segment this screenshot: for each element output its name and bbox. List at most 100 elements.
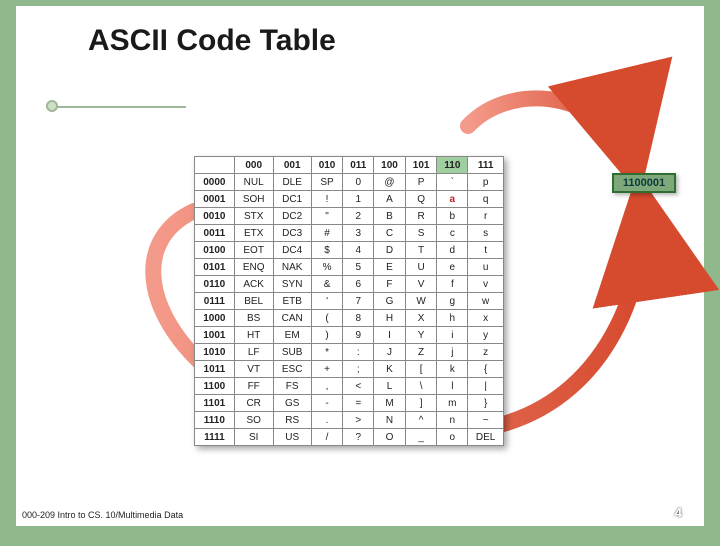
table-row: 0101ENQNAK%5EUeu [195,259,504,276]
table-cell: / [311,429,343,446]
table-row: 0110ACKSYN&6FVfv [195,276,504,293]
table-cell: ) [311,327,343,344]
table-cell: ` [437,174,468,191]
table-cell: g [437,293,468,310]
table-cell: V [405,276,437,293]
table-cell: 3 [343,225,374,242]
table-cell: DEL [468,429,504,446]
table-cell: DLE [273,174,311,191]
table-cell: k [437,361,468,378]
table-cell: F [374,276,406,293]
table-cell: EOT [234,242,273,259]
row-header: 1010 [195,344,235,361]
table-cell: E [374,259,406,276]
table-cell: " [311,208,343,225]
table-cell: : [343,344,374,361]
col-header: 111 [468,157,504,174]
table-cell: # [311,225,343,242]
row-header: 0000 [195,174,235,191]
table-cell: x [468,310,504,327]
table-row: 1001HTEM)9IYiy [195,327,504,344]
table-cell: FF [234,378,273,395]
table-cell: NUL [234,174,273,191]
table-cell: 6 [343,276,374,293]
table-cell: i [437,327,468,344]
table-cell: 1 [343,191,374,208]
table-cell: ; [343,361,374,378]
row-header: 0111 [195,293,235,310]
table-cell: U [405,259,437,276]
table-cell: X [405,310,437,327]
table-row: 0111BELETB'7GWgw [195,293,504,310]
table-cell: O [374,429,406,446]
table-cell: 4 [343,242,374,259]
col-header: 000 [234,157,273,174]
table-cell: } [468,395,504,412]
table-cell: D [374,242,406,259]
table-cell: u [468,259,504,276]
col-header-row: 000001010011100101110111 [195,157,504,174]
table-cell: . [311,412,343,429]
table-cell: m [437,395,468,412]
table-cell: a [437,191,468,208]
table-cell: o [437,429,468,446]
table-cell: NAK [273,259,311,276]
table-cell: N [374,412,406,429]
table-cell: % [311,259,343,276]
table-cell: q [468,191,504,208]
table-cell: SYN [273,276,311,293]
table-cell: w [468,293,504,310]
table-cell: BEL [234,293,273,310]
table-cell: Q [405,191,437,208]
table-cell: ( [311,310,343,327]
table-cell: RS [273,412,311,429]
table-row: 1000BSCAN(8HXhx [195,310,504,327]
table-cell: f [437,276,468,293]
table-cell: _ [405,429,437,446]
table-row: 0000NULDLESP0@P`p [195,174,504,191]
table-cell: DC2 [273,208,311,225]
table-cell: r [468,208,504,225]
table-cell: > [343,412,374,429]
table-cell: SO [234,412,273,429]
table-cell: , [311,378,343,395]
table-cell: US [273,429,311,446]
table-cell: ^ [405,412,437,429]
table-cell: SOH [234,191,273,208]
table-cell: DC4 [273,242,311,259]
table-cell: C [374,225,406,242]
row-header: 1011 [195,361,235,378]
table-cell: v [468,276,504,293]
table-cell: LF [234,344,273,361]
col-header: 010 [311,157,343,174]
row-header: 0100 [195,242,235,259]
row-header: 0110 [195,276,235,293]
table-cell: SP [311,174,343,191]
corner-cell [195,157,235,174]
table-cell: d [437,242,468,259]
table-cell: GS [273,395,311,412]
table-cell: CAN [273,310,311,327]
accent-line [46,106,186,108]
table-cell: * [311,344,343,361]
table-cell: c [437,225,468,242]
table-cell: ENQ [234,259,273,276]
table-cell: ~ [468,412,504,429]
table-cell: ' [311,293,343,310]
table-row: 0010STXDC2"2BRbr [195,208,504,225]
table-cell: G [374,293,406,310]
table-cell: M [374,395,406,412]
table-cell: n [437,412,468,429]
table-cell: | [468,378,504,395]
table-cell: 7 [343,293,374,310]
table-cell: EM [273,327,311,344]
ascii-table: 000001010011100101110111 0000NULDLESP0@P… [194,156,504,446]
table-row: 1011VTESC+;K[k{ [195,361,504,378]
table-cell: 8 [343,310,374,327]
table-cell: @ [374,174,406,191]
table-cell: b [437,208,468,225]
table-cell: BS [234,310,273,327]
table-cell: y [468,327,504,344]
page-number: 4 [675,505,682,520]
table-cell: ETX [234,225,273,242]
